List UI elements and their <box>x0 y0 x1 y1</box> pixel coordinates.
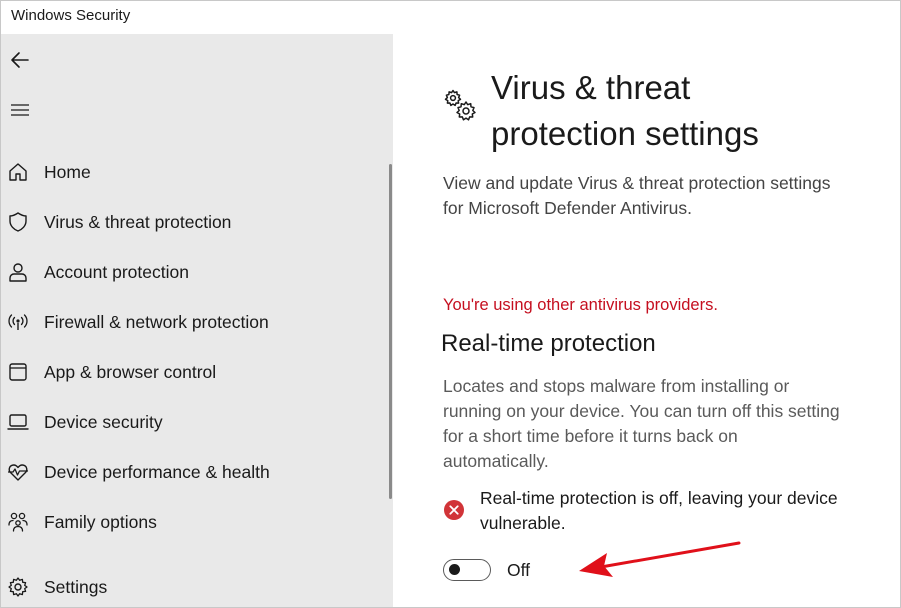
laptop-icon <box>7 411 29 433</box>
realtime-protection-heading: Real-time protection <box>441 330 656 357</box>
red-annotation-arrow-icon <box>579 541 741 577</box>
sidebar-item-label: Device performance & health <box>44 461 270 482</box>
sidebar-item-device-performance-health[interactable]: Device performance & health <box>1 452 381 492</box>
realtime-protection-toggle-row: Off <box>443 557 530 583</box>
family-icon <box>7 511 29 533</box>
antenna-icon <box>7 311 29 333</box>
sidebar-item-app-browser-control[interactable]: App & browser control <box>1 352 381 392</box>
main-content: Virus & threat protection settings View … <box>393 34 900 607</box>
sidebar-item-firewall-network-protection[interactable]: Firewall & network protection <box>1 302 381 342</box>
menu-button[interactable] <box>3 93 37 127</box>
gear-icon <box>7 576 29 598</box>
realtime-protection-description: Locates and stops malware from installin… <box>443 376 840 471</box>
sidebar-scrollbar[interactable] <box>389 164 392 499</box>
alert-message: Real-time protection is off, leaving you… <box>480 488 838 533</box>
toggle-state-label: Off <box>507 559 531 580</box>
window-title: Windows Security <box>11 7 131 24</box>
shield-icon <box>7 211 29 233</box>
sidebar-item-virus-threat-protection[interactable]: Virus & threat protection <box>1 202 381 242</box>
realtime-protection-toggle[interactable] <box>443 559 491 581</box>
heartbeat-icon <box>7 461 29 483</box>
person-icon <box>7 261 29 283</box>
sidebar-item-home[interactable]: Home <box>1 152 381 192</box>
toggle-knob <box>449 564 460 575</box>
antivirus-provider-warning: You're using other antivirus providers. <box>443 296 718 314</box>
sidebar-item-label: Family options <box>44 511 157 532</box>
sidebar-item-label: App & browser control <box>44 361 217 382</box>
sidebar-item-label: Home <box>44 161 91 182</box>
sidebar-item-device-security[interactable]: Device security <box>1 402 381 442</box>
realtime-protection-alert: Real-time protection is off, leaving you… <box>443 486 863 536</box>
page-description: View and update Virus & threat protectio… <box>443 173 831 218</box>
hamburger-icon <box>11 104 29 116</box>
gears-icon <box>444 89 476 121</box>
sidebar-item-label: Device security <box>44 411 163 432</box>
sidebar-item-label: Firewall & network protection <box>44 311 269 332</box>
app-window-icon <box>7 361 29 383</box>
windows-security-window: Windows Security Home Virus & threat pro… <box>0 0 901 608</box>
sidebar-item-settings[interactable]: Settings <box>1 567 381 607</box>
sidebar-item-label: Settings <box>44 576 108 597</box>
error-circle-icon <box>444 500 464 520</box>
back-button[interactable] <box>3 43 37 77</box>
sidebar-item-family-options[interactable]: Family options <box>1 502 381 542</box>
sidebar-item-label: Virus & threat protection <box>44 211 232 232</box>
title-bar: Windows Security <box>1 1 900 34</box>
home-icon <box>7 161 29 183</box>
sidebar: Home Virus & threat protection Account p… <box>1 34 393 607</box>
sidebar-item-label: Account protection <box>44 261 189 282</box>
page-title: Virus & threat protection settings <box>491 69 759 152</box>
arrow-left-icon <box>11 52 29 68</box>
sidebar-item-account-protection[interactable]: Account protection <box>1 252 381 292</box>
